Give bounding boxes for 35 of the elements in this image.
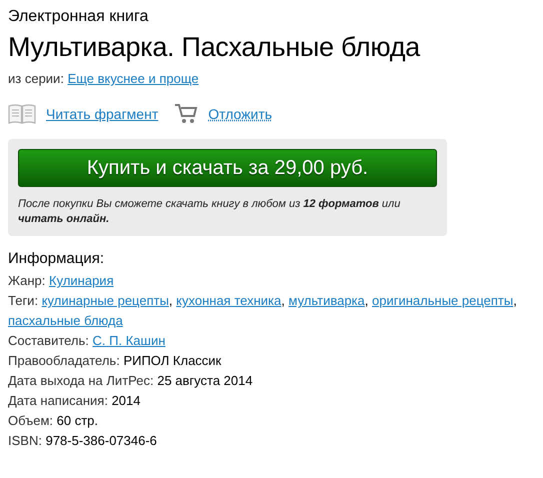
- info-label: Дата выхода на ЛитРес:: [8, 373, 154, 388]
- open-book-icon: [8, 104, 36, 124]
- book-title: Мультиварка. Пасхальные блюда: [8, 31, 422, 63]
- info-heading: Информация:: [8, 250, 106, 267]
- info-link[interactable]: Кулинария: [49, 273, 114, 288]
- info-link[interactable]: кухонная техника: [176, 293, 282, 308]
- separator: ,: [513, 293, 517, 308]
- info-value: 2014: [112, 393, 140, 408]
- info-label: Жанр:: [8, 273, 46, 288]
- defer-link[interactable]: Отложить: [208, 106, 272, 122]
- info-value: 25 августа 2014: [157, 373, 253, 388]
- info-value: 978-5-386-07346-6: [46, 433, 157, 448]
- read-fragment-link[interactable]: Читать фрагмент: [46, 106, 158, 122]
- cart-icon: [174, 103, 198, 125]
- info-link[interactable]: мультиварка: [288, 293, 365, 308]
- series-link[interactable]: Еще вкуснее и проще: [68, 71, 199, 86]
- info-link[interactable]: С. П. Кашин: [92, 333, 166, 348]
- book-type: Электронная книга: [8, 7, 150, 27]
- info-label: Дата написания:: [8, 393, 108, 408]
- info-link[interactable]: кулинарные рецепты: [42, 293, 169, 308]
- purchase-note: После покупки Вы сможете скачать книгу в любом из 12 форматов или читать онлайн.: [18, 197, 402, 227]
- separator: ,: [168, 293, 173, 308]
- info-label: Теги:: [8, 293, 38, 308]
- buy-button[interactable]: Купить и скачать за 29,00 руб.: [18, 149, 437, 187]
- info-link[interactable]: оригинальные рецепты: [372, 293, 514, 308]
- series-label: из серии:: [8, 71, 64, 86]
- separator: ,: [364, 293, 368, 308]
- info-value: 60 стр.: [56, 413, 98, 428]
- separator: ,: [281, 293, 285, 308]
- info-label: ISBN:: [8, 433, 42, 448]
- info-label: Объем:: [8, 413, 54, 428]
- info-label: Составитель:: [8, 333, 89, 348]
- info-value: РИПОЛ Классик: [123, 353, 222, 368]
- info-link[interactable]: пасхальные блюда: [8, 313, 123, 328]
- info-label: Правообладатель:: [8, 353, 120, 368]
